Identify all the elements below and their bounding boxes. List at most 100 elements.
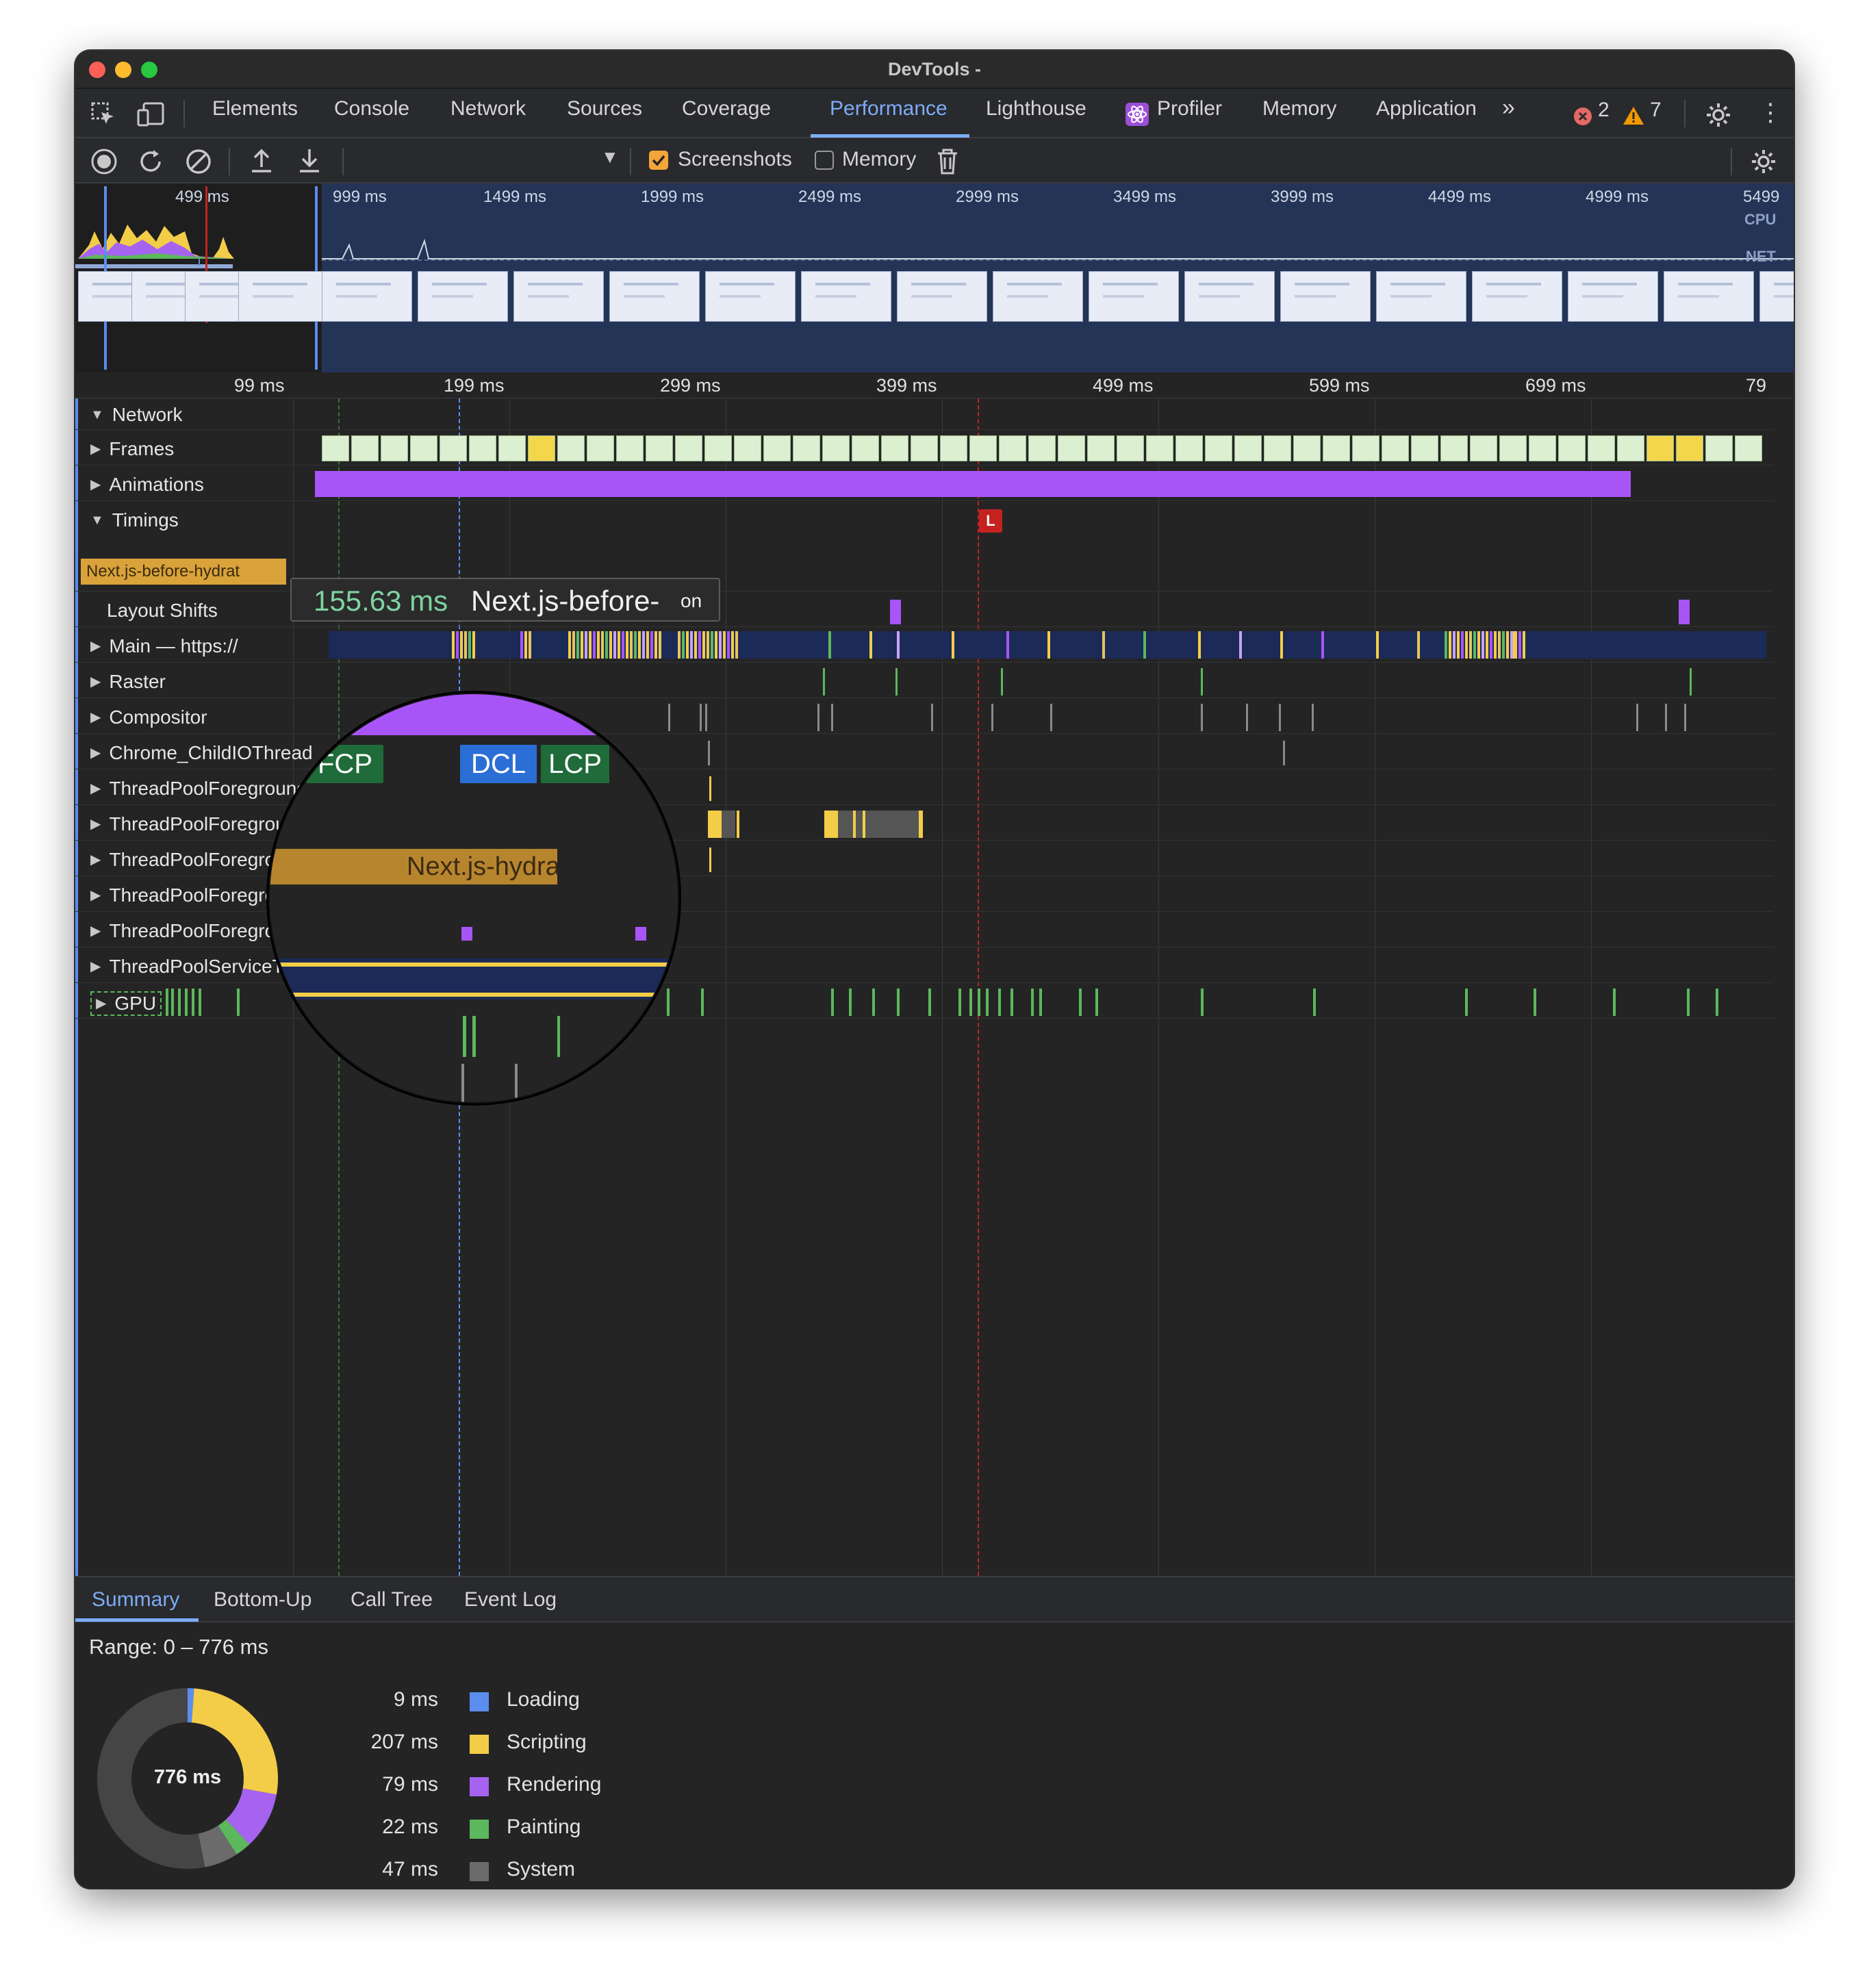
main-thread-task[interactable] xyxy=(828,631,831,659)
task-mark[interactable] xyxy=(897,989,900,1016)
main-thread-task[interactable] xyxy=(593,631,596,659)
frame-cell[interactable] xyxy=(704,435,732,461)
error-count[interactable]: 2 xyxy=(1598,99,1610,122)
screenshot-thumbnail[interactable] xyxy=(418,271,508,322)
network-track[interactable]: ▼ Network xyxy=(75,398,1773,430)
layout-shift-marker[interactable] xyxy=(890,600,901,624)
main-thread-task[interactable] xyxy=(622,631,624,659)
main-thread-task[interactable] xyxy=(719,631,722,659)
main-thread-task[interactable] xyxy=(694,631,697,659)
main-thread-task[interactable] xyxy=(609,631,612,659)
task-mark[interactable] xyxy=(700,704,702,731)
task-mark[interactable] xyxy=(831,704,833,731)
frames-track[interactable]: ▶ Frames xyxy=(75,430,1773,466)
task-mark[interactable] xyxy=(986,989,989,1016)
frame-cell[interactable] xyxy=(646,435,673,461)
main-thread-task[interactable] xyxy=(524,631,527,659)
screenshot-thumbnail[interactable] xyxy=(1184,271,1275,322)
task-mark[interactable] xyxy=(849,989,852,1016)
collapsed-triangle-icon[interactable]: ▶ xyxy=(90,674,101,689)
main-thread-task[interactable] xyxy=(1239,631,1242,659)
main-thread-task[interactable] xyxy=(735,631,738,659)
frame-cell[interactable] xyxy=(616,435,644,461)
worker-task[interactable] xyxy=(824,811,838,838)
tab-event-log[interactable]: Event Log xyxy=(464,1588,557,1611)
main-thread-task[interactable] xyxy=(597,631,600,659)
task-mark[interactable] xyxy=(1050,704,1052,731)
task-mark[interactable] xyxy=(166,989,168,1016)
screenshot-thumbnail[interactable] xyxy=(705,271,796,322)
task-mark[interactable] xyxy=(958,989,961,1016)
tab-call-tree[interactable]: Call Tree xyxy=(351,1588,433,1611)
main-thread-task[interactable] xyxy=(1376,631,1379,659)
main-thread-task[interactable] xyxy=(723,631,726,659)
collapsed-triangle-icon[interactable]: ▶ xyxy=(90,888,101,903)
main-thread-task[interactable] xyxy=(897,631,900,659)
task-mark[interactable] xyxy=(185,989,188,1016)
task-mark[interactable] xyxy=(237,989,240,1016)
upload-profile-icon[interactable] xyxy=(248,146,275,175)
main-thread-task[interactable] xyxy=(678,631,681,659)
task-mark[interactable] xyxy=(978,989,980,1016)
main-thread-task[interactable] xyxy=(1461,631,1464,659)
main-thread-task[interactable] xyxy=(1513,631,1516,659)
main-thread-activity-bar[interactable] xyxy=(329,631,1766,659)
main-thread-task[interactable] xyxy=(711,631,713,659)
collapsed-triangle-icon[interactable]: ▶ xyxy=(90,923,101,939)
screenshot-thumbnail[interactable] xyxy=(993,271,1083,322)
task-mark[interactable] xyxy=(895,668,898,696)
main-thread-task[interactable] xyxy=(618,631,620,659)
screenshot-thumbnail[interactable] xyxy=(897,271,987,322)
tab-summary[interactable]: Summary xyxy=(92,1588,179,1611)
screenshots-label[interactable]: Screenshots xyxy=(678,148,792,171)
main-thread-task[interactable] xyxy=(698,631,701,659)
main-thread-task[interactable] xyxy=(1143,631,1146,659)
main-thread-task[interactable] xyxy=(654,631,657,659)
task-mark[interactable] xyxy=(192,989,194,1016)
main-thread-task[interactable] xyxy=(638,631,641,659)
frame-cell[interactable] xyxy=(1028,435,1056,461)
main-thread-task[interactable] xyxy=(576,631,579,659)
collapsed-triangle-icon[interactable]: ▶ xyxy=(90,852,101,867)
screenshot-thumbnail[interactable] xyxy=(1376,271,1466,322)
main-thread-task[interactable] xyxy=(727,631,730,659)
raster-track[interactable]: ▶ Raster xyxy=(75,663,1773,698)
tab-coverage[interactable]: Coverage xyxy=(682,97,771,120)
main-thread-task[interactable] xyxy=(456,631,459,659)
main-thread-task[interactable] xyxy=(1486,631,1488,659)
frame-cell[interactable] xyxy=(381,435,408,461)
frame-cell[interactable] xyxy=(322,435,349,461)
main-thread-task[interactable] xyxy=(1047,631,1050,659)
task-mark[interactable] xyxy=(1279,704,1281,731)
worker-task[interactable] xyxy=(722,811,735,838)
main-thread-task[interactable] xyxy=(1506,631,1509,659)
screenshots-checkbox[interactable] xyxy=(649,151,668,170)
task-mark[interactable] xyxy=(1079,989,1082,1016)
frame-cell[interactable] xyxy=(793,435,820,461)
worker-task[interactable] xyxy=(838,811,920,838)
frame-cell[interactable] xyxy=(1499,435,1527,461)
task-mark[interactable] xyxy=(1534,989,1536,1016)
task-mark[interactable] xyxy=(705,704,707,731)
frame-cell[interactable] xyxy=(587,435,614,461)
main-thread-track[interactable]: ▶ Main — https:// xyxy=(75,627,1773,663)
task-mark[interactable] xyxy=(969,989,972,1016)
main-thread-task[interactable] xyxy=(520,631,523,659)
main-thread-task[interactable] xyxy=(1006,631,1009,659)
frame-cell[interactable] xyxy=(1470,435,1497,461)
main-thread-task[interactable] xyxy=(1453,631,1455,659)
main-thread-task[interactable] xyxy=(572,631,575,659)
main-thread-task[interactable] xyxy=(650,631,653,659)
tab-lighthouse[interactable]: Lighthouse xyxy=(986,97,1086,120)
frame-cell[interactable] xyxy=(1323,435,1350,461)
frame-cell[interactable] xyxy=(1440,435,1468,461)
screenshot-thumbnail[interactable] xyxy=(801,271,891,322)
frame-cell[interactable] xyxy=(852,435,879,461)
frame-cell[interactable] xyxy=(1411,435,1438,461)
tab-application[interactable]: Application xyxy=(1376,97,1477,120)
download-profile-icon[interactable] xyxy=(296,146,323,175)
task-mark[interactable] xyxy=(1613,989,1616,1016)
frame-cell[interactable] xyxy=(675,435,702,461)
main-thread-task[interactable] xyxy=(452,631,455,659)
screenshot-thumbnail[interactable] xyxy=(322,271,412,322)
